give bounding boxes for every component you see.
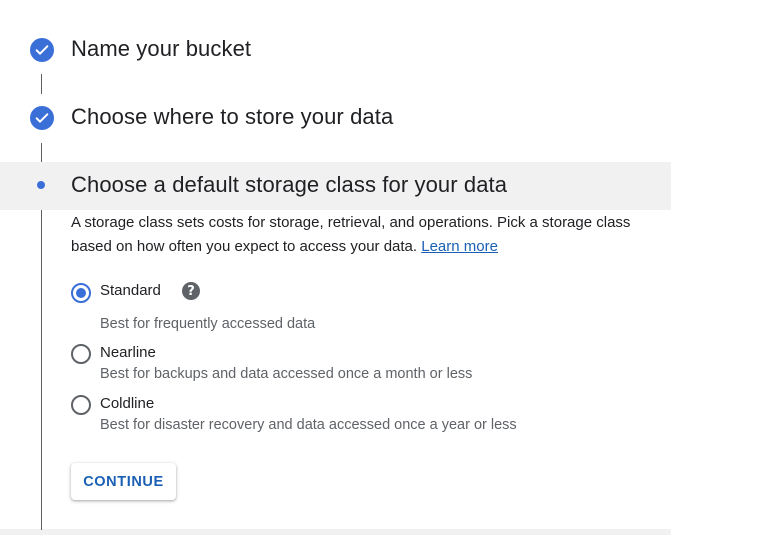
radio-nearline[interactable] [71,344,91,364]
step-title: Name your bucket [71,36,252,61]
step-connector [41,143,42,162]
check-circle-icon [30,38,54,62]
option-description-nearline: Best for backups and data accessed once … [100,366,473,382]
radio-standard[interactable] [71,283,91,303]
option-description-standard: Best for frequently accessed data [100,316,316,332]
active-step-dot-icon [37,181,45,189]
option-label-standard[interactable]: Standard [100,282,161,299]
continue-button[interactable]: CONTINUE [71,463,176,500]
option-label-nearline[interactable]: Nearline [100,344,156,361]
learn-more-link[interactable]: Learn more [421,238,498,255]
option-label-coldline[interactable]: Coldline [100,395,154,412]
step-title: Choose a default storage class for your … [71,172,508,197]
step-connector [41,74,42,94]
help-icon[interactable]: ? [182,282,200,300]
step-title: Choose where to store your data [71,104,394,129]
storage-class-description: A storage class sets costs for storage, … [71,211,631,259]
description-text: A storage class sets costs for storage, … [71,214,631,255]
next-step-band [0,529,671,535]
option-description-coldline: Best for disaster recovery and data acce… [100,417,517,433]
radio-coldline[interactable] [71,395,91,415]
check-circle-icon [30,106,54,130]
step-connector [41,210,42,530]
